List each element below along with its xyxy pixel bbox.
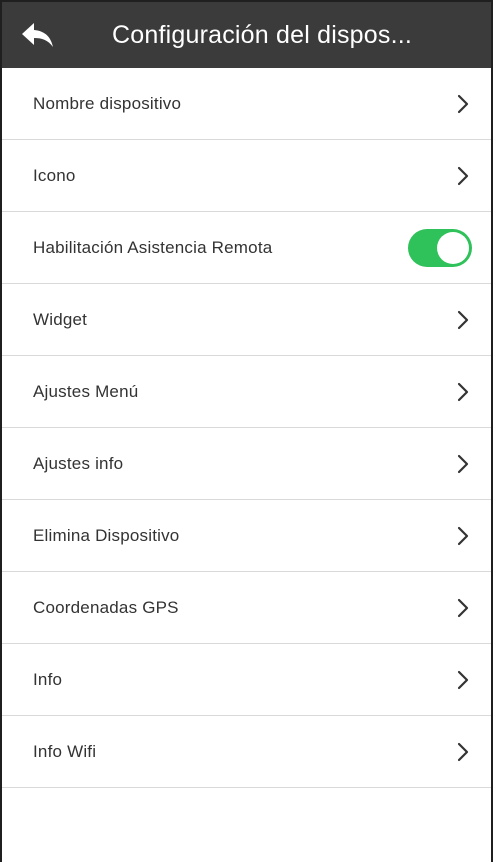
chevron-right-icon: [455, 670, 471, 690]
settings-list: Nombre dispositivo Icono Habilitación As…: [2, 68, 491, 788]
page-title: Configuración del dispos...: [112, 20, 413, 49]
settings-row-info-wifi[interactable]: Info Wifi: [2, 716, 491, 788]
settings-row-info[interactable]: Info: [2, 644, 491, 716]
row-label: Info Wifi: [33, 741, 97, 761]
settings-row-icono[interactable]: Icono: [2, 140, 491, 212]
back-button[interactable]: [20, 15, 74, 55]
settings-row-nombre-dispositivo[interactable]: Nombre dispositivo: [2, 68, 491, 140]
chevron-right-icon: [455, 454, 471, 474]
app-header: Configuración del dispos...: [2, 2, 491, 68]
chevron-right-icon: [455, 598, 471, 618]
row-label: Nombre dispositivo: [33, 93, 182, 113]
settings-row-widget[interactable]: Widget: [2, 284, 491, 356]
chevron-right-icon: [455, 526, 471, 546]
row-label: Habilitación Asistencia Remota: [33, 237, 273, 257]
chevron-right-icon: [455, 166, 471, 186]
chevron-right-icon: [455, 742, 471, 762]
row-label: Ajustes info: [33, 453, 124, 473]
settings-row-asistencia-remota: Habilitación Asistencia Remota: [2, 212, 491, 284]
chevron-right-icon: [455, 382, 471, 402]
chevron-right-icon: [455, 310, 471, 330]
row-label: Elimina Dispositivo: [33, 525, 180, 545]
device-settings-screen: Configuración del dispos... Nombre dispo…: [0, 0, 493, 862]
row-label: Icono: [33, 165, 76, 185]
remote-assistance-toggle[interactable]: [408, 228, 472, 267]
row-label: Coordenadas GPS: [33, 597, 179, 617]
row-label: Info: [33, 669, 63, 689]
row-label: Ajustes Menú: [33, 381, 139, 401]
row-label: Widget: [33, 309, 88, 329]
settings-row-elimina-dispositivo[interactable]: Elimina Dispositivo: [2, 500, 491, 572]
settings-row-coordenadas-gps[interactable]: Coordenadas GPS: [2, 572, 491, 644]
settings-row-ajustes-info[interactable]: Ajustes info: [2, 428, 491, 500]
toggle-knob: [437, 231, 469, 264]
settings-row-ajustes-menu[interactable]: Ajustes Menú: [2, 356, 491, 428]
chevron-right-icon: [455, 94, 471, 114]
back-arrow-icon: [22, 23, 53, 47]
